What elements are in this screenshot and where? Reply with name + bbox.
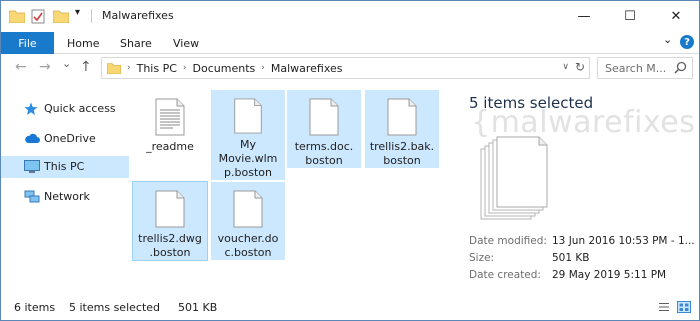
- date-modified-value: 13 Jun 2016 10:53 PM - 1...: [552, 235, 694, 247]
- folder-icon: [107, 62, 121, 74]
- customize-toolbar-icon[interactable]: ▾: [75, 7, 80, 18]
- breadcrumb-documents[interactable]: Documents: [193, 62, 256, 75]
- file-item-voucher-doc[interactable]: voucher.do c.boston: [211, 182, 285, 260]
- sidebar-item-label: Quick access: [44, 102, 116, 115]
- selected-size: 501 KB: [178, 301, 218, 314]
- recent-locations-icon[interactable]: ⌄: [62, 57, 71, 70]
- file-name: terms.doc. boston: [294, 140, 354, 167]
- selection-summary: 5 items selected: [469, 94, 594, 112]
- file-item-my-movie[interactable]: My Movie.wlm p.boston: [211, 90, 285, 180]
- large-icons-view-icon[interactable]: [677, 301, 691, 313]
- chevron-down-icon[interactable]: ∨: [562, 62, 569, 72]
- size-label: Size:: [469, 252, 495, 264]
- item-count: 6 items: [14, 301, 56, 314]
- sidebar-item-label: OneDrive: [44, 132, 96, 145]
- help-icon[interactable]: ?: [680, 35, 694, 49]
- minimize-button[interactable]: —: [561, 1, 607, 32]
- up-arrow-icon[interactable]: ↑: [80, 59, 92, 75]
- tab-file[interactable]: File: [1, 32, 54, 54]
- refresh-icon[interactable]: ↻: [575, 60, 585, 74]
- date-created-label: Date created:: [469, 269, 541, 281]
- back-arrow-icon[interactable]: ←: [15, 59, 27, 75]
- search-box[interactable]: Search M...: [597, 57, 693, 79]
- ribbon-tabs: File Home Share View ⌄ ?: [1, 32, 699, 54]
- explorer-window: ▾ Malwarefixes — ☐ ✕ File Home Share Vie…: [0, 0, 700, 321]
- details-view-icon[interactable]: [657, 301, 671, 313]
- window-title: Malwarefixes: [102, 9, 174, 22]
- chevron-right-icon: ›: [261, 63, 265, 73]
- blank-file-icon: [309, 98, 339, 136]
- size-value: 501 KB: [552, 252, 590, 264]
- chevron-right-icon: ›: [182, 63, 187, 73]
- address-bar[interactable]: › This PC › Documents › Malwarefixes ∨ ↻: [101, 57, 590, 79]
- blank-file-icon: [233, 190, 263, 228]
- selected-count: 5 items selected: [69, 301, 161, 314]
- blank-file-icon: [155, 190, 185, 228]
- close-button[interactable]: ✕: [653, 1, 699, 32]
- tab-home[interactable]: Home: [67, 32, 99, 54]
- tab-view[interactable]: View: [173, 32, 199, 54]
- breadcrumb-malwarefixes[interactable]: Malwarefixes: [271, 62, 343, 75]
- date-created-value: 29 May 2019 5:11 PM: [552, 269, 667, 281]
- file-name: voucher.do c.boston: [217, 232, 279, 259]
- expand-ribbon-icon[interactable]: ⌄: [663, 33, 672, 46]
- file-item-terms-doc[interactable]: terms.doc. boston: [287, 90, 361, 168]
- forward-arrow-icon[interactable]: →: [39, 59, 51, 75]
- file-name: trellis2.dwg .boston: [138, 232, 202, 259]
- file-name: My Movie.wlm p.boston: [218, 138, 278, 179]
- status-bar: 6 items 5 items selected 501 KB: [1, 295, 699, 320]
- file-stack-icon: [480, 136, 548, 220]
- navigation-bar: ← → ⌄ ↑ › This PC › Documents › Malwaref…: [1, 54, 699, 82]
- file-list: _readme My Movie.wlm p.boston terms.doc. bo…: [129, 83, 455, 293]
- breadcrumb-this-pc[interactable]: This PC: [137, 62, 177, 75]
- sidebar-item-label: This PC: [44, 160, 85, 173]
- file-item-trellis2-dwg[interactable]: trellis2.dwg .boston: [132, 181, 208, 261]
- cloud-icon: [24, 132, 40, 147]
- file-item-readme[interactable]: _readme: [133, 90, 207, 170]
- file-item-trellis2-bak[interactable]: trellis2.bak. boston: [365, 90, 439, 168]
- sidebar-item-this-pc[interactable]: This PC: [1, 156, 129, 178]
- star-icon: [24, 102, 38, 119]
- chevron-right-icon: ›: [127, 63, 131, 73]
- properties-icon[interactable]: [31, 9, 45, 27]
- search-icon[interactable]: [674, 61, 687, 77]
- tab-share[interactable]: Share: [120, 32, 152, 54]
- sidebar-item-quick-access[interactable]: Quick access: [1, 98, 129, 120]
- navigation-pane: Quick access OneDrive This PC Network: [1, 83, 129, 293]
- details-pane: {malwarefixes} 5 items selected Date mod…: [457, 83, 699, 293]
- blank-file-icon: [387, 98, 417, 136]
- sidebar-item-label: Network: [44, 190, 90, 203]
- blank-file-icon: [234, 98, 262, 134]
- file-name: _readme: [146, 140, 194, 153]
- folder-icon[interactable]: [8, 9, 26, 26]
- computer-icon: [24, 160, 40, 177]
- date-modified-label: Date modified:: [469, 235, 547, 247]
- network-icon: [24, 190, 40, 207]
- search-input[interactable]: Search M...: [605, 62, 666, 75]
- maximize-button[interactable]: ☐: [607, 1, 653, 32]
- file-name: trellis2.bak. boston: [369, 140, 435, 167]
- sidebar-item-onedrive[interactable]: OneDrive: [1, 128, 129, 150]
- text-file-icon: [155, 98, 185, 136]
- sidebar-item-network[interactable]: Network: [1, 186, 129, 208]
- title-bar: ▾ Malwarefixes — ☐ ✕: [1, 1, 699, 32]
- title-separator: [91, 9, 92, 23]
- new-folder-icon[interactable]: [52, 9, 70, 26]
